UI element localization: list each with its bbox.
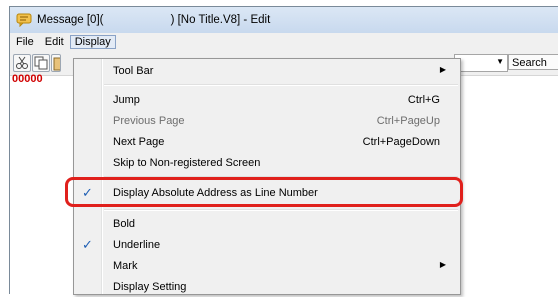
- menu-item-label: Jump: [113, 94, 140, 106]
- menu-item-tool-bar[interactable]: Tool Bar ▶: [74, 61, 460, 81]
- menu-bar: File Edit Display: [10, 33, 558, 51]
- menu-item-label: Previous Page: [113, 115, 185, 127]
- paste-icon[interactable]: [51, 54, 61, 72]
- menu-item-label: Display Absolute Address as Line Number: [113, 187, 318, 199]
- menu-item-label: Next Page: [113, 136, 165, 148]
- message-icon: [16, 13, 32, 28]
- menu-separator: [104, 176, 458, 178]
- menu-item-previous-page[interactable]: Previous Page Ctrl+PageUp: [74, 111, 460, 131]
- submenu-arrow-icon: ▶: [439, 65, 446, 74]
- menu-item-skip-non-registered[interactable]: Skip to Non-registered Screen: [74, 153, 460, 173]
- line-number: 00000: [12, 73, 43, 85]
- display-menu-dropdown: Tool Bar ▶ Jump Ctrl+G Previous Page Ctr…: [73, 58, 461, 295]
- menu-item-label: Bold: [113, 218, 136, 230]
- menu-item-label: Display Setting: [113, 281, 187, 293]
- menu-item-underline[interactable]: ✓ Underline: [74, 235, 460, 255]
- checkmark-icon: ✓: [82, 185, 93, 200]
- menu-item-display-absolute-address[interactable]: ✓ Display Absolute Address as Line Numbe…: [74, 183, 460, 203]
- menu-separator: [104, 84, 458, 86]
- title-bar[interactable]: Message [0]( ) [No Title.V8] - Edit: [10, 7, 558, 33]
- menu-item-mark[interactable]: Mark ▶: [74, 256, 460, 276]
- menu-item-label: Mark: [113, 260, 138, 272]
- menu-separator: [104, 209, 458, 211]
- menu-item-shortcut: Ctrl+PageUp: [376, 115, 440, 127]
- menu-display[interactable]: Display: [69, 35, 116, 49]
- menu-item-shortcut: Ctrl+G: [407, 94, 440, 106]
- menu-file[interactable]: File: [11, 35, 39, 49]
- chevron-down-icon: ▼: [496, 57, 504, 66]
- menu-item-label: Underline: [113, 239, 161, 251]
- search-button[interactable]: Search: [508, 54, 558, 70]
- menu-item-display-setting[interactable]: Display Setting: [74, 277, 460, 297]
- checkmark-icon: ✓: [82, 237, 93, 252]
- cut-icon[interactable]: [13, 54, 31, 72]
- menu-item-label: Skip to Non-registered Screen: [113, 157, 261, 169]
- search-scope-combo[interactable]: ▼: [454, 54, 508, 72]
- copy-icon[interactable]: [32, 54, 50, 72]
- menu-edit[interactable]: Edit: [40, 35, 69, 49]
- submenu-arrow-icon: ▶: [439, 260, 446, 269]
- window-title: Message [0]( ) [No Title.V8] - Edit: [37, 14, 271, 26]
- menu-item-next-page[interactable]: Next Page Ctrl+PageDown: [74, 132, 460, 152]
- menu-item-jump[interactable]: Jump Ctrl+G: [74, 90, 460, 110]
- menu-item-shortcut: Ctrl+PageDown: [362, 136, 440, 148]
- menu-item-label: Tool Bar: [113, 65, 154, 77]
- menu-item-bold[interactable]: Bold: [74, 214, 460, 234]
